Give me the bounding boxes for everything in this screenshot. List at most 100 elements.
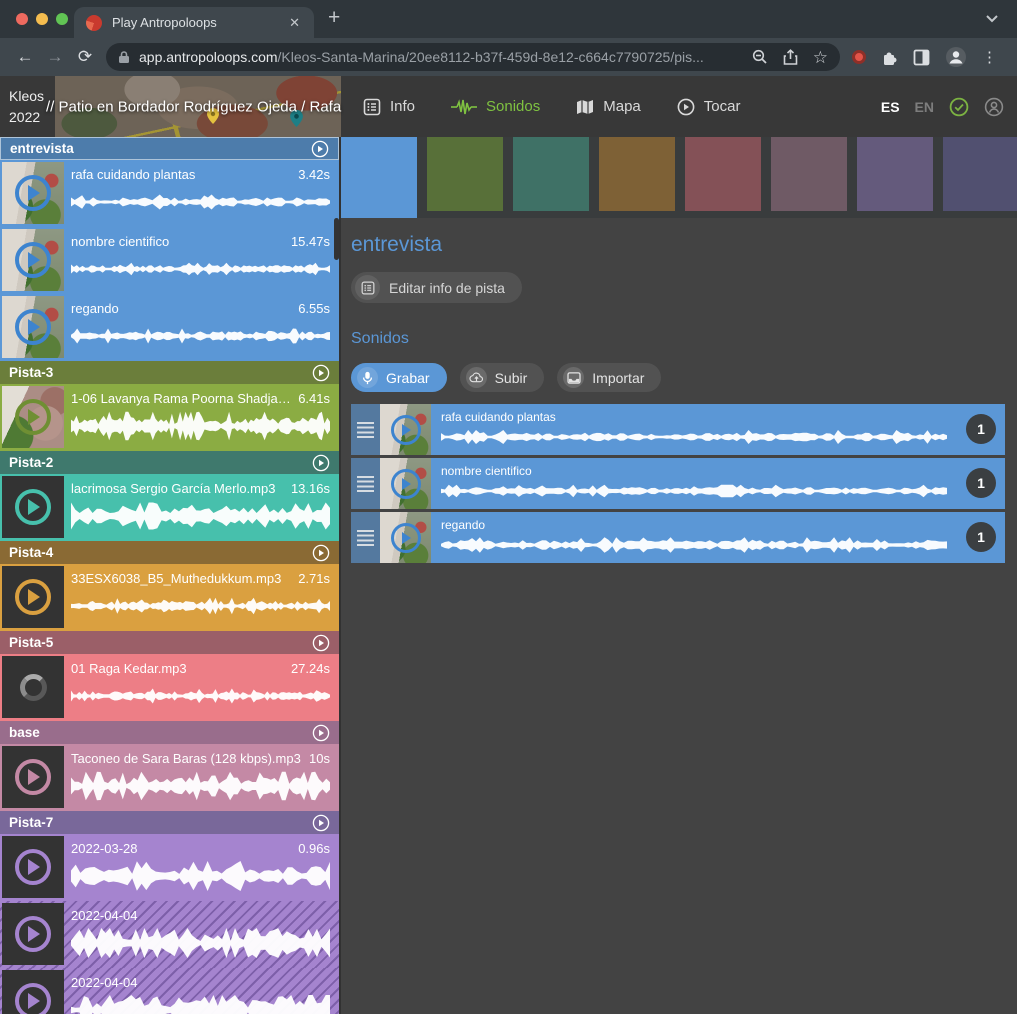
sound-thumbnail[interactable] [380, 458, 431, 509]
clip[interactable]: 01 Raga Kedar.mp327.24s [0, 654, 339, 721]
sidebar-scrollbar[interactable] [334, 218, 339, 260]
track-play-icon[interactable] [312, 544, 330, 562]
track-header-pista-2[interactable]: Pista-2 [0, 451, 339, 474]
clip[interactable]: nombre cientifico15.47s [0, 227, 339, 294]
side-panel-icon[interactable] [913, 49, 930, 66]
forward-button[interactable]: → [40, 42, 70, 72]
account-icon[interactable] [984, 97, 1004, 117]
track-color-tile[interactable] [685, 137, 761, 211]
track-header-pista-5[interactable]: Pista-5 [0, 631, 339, 654]
sound-play-icon[interactable] [391, 415, 421, 445]
reload-button[interactable]: ⟳ [70, 42, 100, 72]
clip-play-icon[interactable] [15, 579, 51, 615]
track-play-icon[interactable] [312, 724, 330, 742]
clip-play-icon[interactable] [15, 916, 51, 952]
tab-close-icon[interactable]: ✕ [287, 15, 302, 31]
sound-row[interactable]: rafa cuidando plantas 1 [351, 404, 1005, 455]
clip-duration: 2.71s [298, 571, 330, 586]
track-play-icon[interactable] [312, 814, 330, 832]
sound-row[interactable]: nombre cientifico 1 [351, 458, 1005, 509]
bookmark-star-icon[interactable]: ☆ [813, 49, 828, 66]
address-bar[interactable]: app.antropoloops.com/Kleos-Santa-Marina/… [106, 43, 840, 71]
clip[interactable]: 2022-04-04 [0, 901, 339, 968]
sound-row[interactable]: regando 1 [351, 512, 1005, 563]
track-color-tile[interactable] [599, 137, 675, 211]
track-color-tile[interactable] [857, 137, 933, 211]
track-color-tile[interactable] [943, 137, 1017, 211]
clip-play-icon[interactable] [15, 489, 51, 525]
drag-handle[interactable] [351, 404, 380, 455]
minimize-window-button[interactable] [36, 13, 48, 25]
edit-track-info-button[interactable]: Editar info de pista [351, 272, 522, 303]
back-button[interactable]: ← [10, 42, 40, 72]
profile-avatar-icon[interactable] [945, 46, 967, 68]
clip[interactable]: 2022-04-04 [0, 968, 339, 1014]
clip-play-icon[interactable] [15, 175, 51, 211]
clip-thumbnail[interactable] [2, 162, 64, 224]
track-color-tile[interactable] [341, 137, 417, 218]
info-list-icon [363, 98, 381, 116]
track-header-entrevista[interactable]: entrevista [0, 137, 339, 160]
clip-thumbnail[interactable] [2, 566, 64, 628]
tab-search-chevron-icon[interactable] [985, 14, 999, 23]
clip-thumbnail[interactable] [2, 476, 64, 538]
tab-mapa[interactable]: Mapa [576, 98, 641, 115]
lang-en-button[interactable]: EN [915, 99, 934, 115]
clip-thumbnail[interactable] [2, 970, 64, 1014]
clip[interactable]: 2022-03-280.96s [0, 834, 339, 901]
track-color-tile[interactable] [513, 137, 589, 211]
sound-thumbnail[interactable] [380, 404, 431, 455]
browser-menu-icon[interactable]: ⋮ [982, 48, 997, 66]
tab-tocar[interactable]: Tocar [677, 98, 741, 116]
browser-tab[interactable]: Play Antropoloops ✕ [74, 7, 314, 38]
clip-play-icon[interactable] [15, 399, 51, 435]
track-play-icon[interactable] [312, 634, 330, 652]
extensions-puzzle-icon[interactable] [881, 49, 898, 66]
clip-play-icon[interactable] [15, 983, 51, 1014]
clip-play-icon[interactable] [15, 759, 51, 795]
clip-play-icon[interactable] [15, 849, 51, 885]
sound-thumbnail[interactable] [380, 512, 431, 563]
tab-info[interactable]: Info [363, 98, 415, 116]
track-play-icon[interactable] [312, 454, 330, 472]
record-extension-icon[interactable] [852, 50, 866, 64]
share-icon[interactable] [783, 49, 798, 66]
zoom-window-button[interactable] [56, 13, 68, 25]
clip-thumbnail[interactable] [2, 296, 64, 358]
track-color-tile[interactable] [771, 137, 847, 211]
clip[interactable]: lacrimosa Sergio García Merlo.mp313.16s [0, 474, 339, 541]
clip-thumbnail[interactable] [2, 903, 64, 965]
clip-thumbnail[interactable] [2, 386, 64, 448]
track-header-base[interactable]: base [0, 721, 339, 744]
new-tab-button[interactable]: + [328, 6, 340, 30]
track-name: Pista-3 [9, 365, 53, 380]
track-header-pista-7[interactable]: Pista-7 [0, 811, 339, 834]
record-button[interactable]: Grabar [351, 363, 447, 392]
tab-sonidos[interactable]: Sonidos [451, 98, 540, 115]
clip-play-icon[interactable] [15, 309, 51, 345]
import-button[interactable]: Importar [557, 363, 661, 392]
drag-handle[interactable] [351, 512, 380, 563]
clip[interactable]: 1-06 Lavanya Rama Poorna Shadjam Rupak..… [0, 384, 339, 451]
close-window-button[interactable] [16, 13, 28, 25]
track-color-tile[interactable] [427, 137, 503, 211]
drag-handle[interactable] [351, 458, 380, 509]
clip[interactable]: Taconeo de Sara Baras (128 kbps).mp310s [0, 744, 339, 811]
track-header-pista-3[interactable]: Pista-3 [0, 361, 339, 384]
sound-play-icon[interactable] [391, 469, 421, 499]
clip-thumbnail[interactable] [2, 836, 64, 898]
zoom-out-icon[interactable] [752, 49, 768, 65]
track-play-icon[interactable] [312, 364, 330, 382]
saved-check-icon[interactable] [949, 97, 969, 117]
track-play-icon[interactable] [311, 140, 329, 158]
sound-play-icon[interactable] [391, 523, 421, 553]
track-header-pista-4[interactable]: Pista-4 [0, 541, 339, 564]
clip-thumbnail[interactable] [2, 746, 64, 808]
clip[interactable]: regando6.55s [0, 294, 339, 361]
upload-button[interactable]: Subir [460, 363, 545, 392]
lang-es-button[interactable]: ES [881, 99, 900, 115]
clip-thumbnail[interactable] [2, 229, 64, 291]
clip-play-icon[interactable] [15, 242, 51, 278]
clip[interactable]: rafa cuidando plantas3.42s [0, 160, 339, 227]
clip[interactable]: 33ESX6038_B5_Muthedukkum.mp32.71s [0, 564, 339, 631]
